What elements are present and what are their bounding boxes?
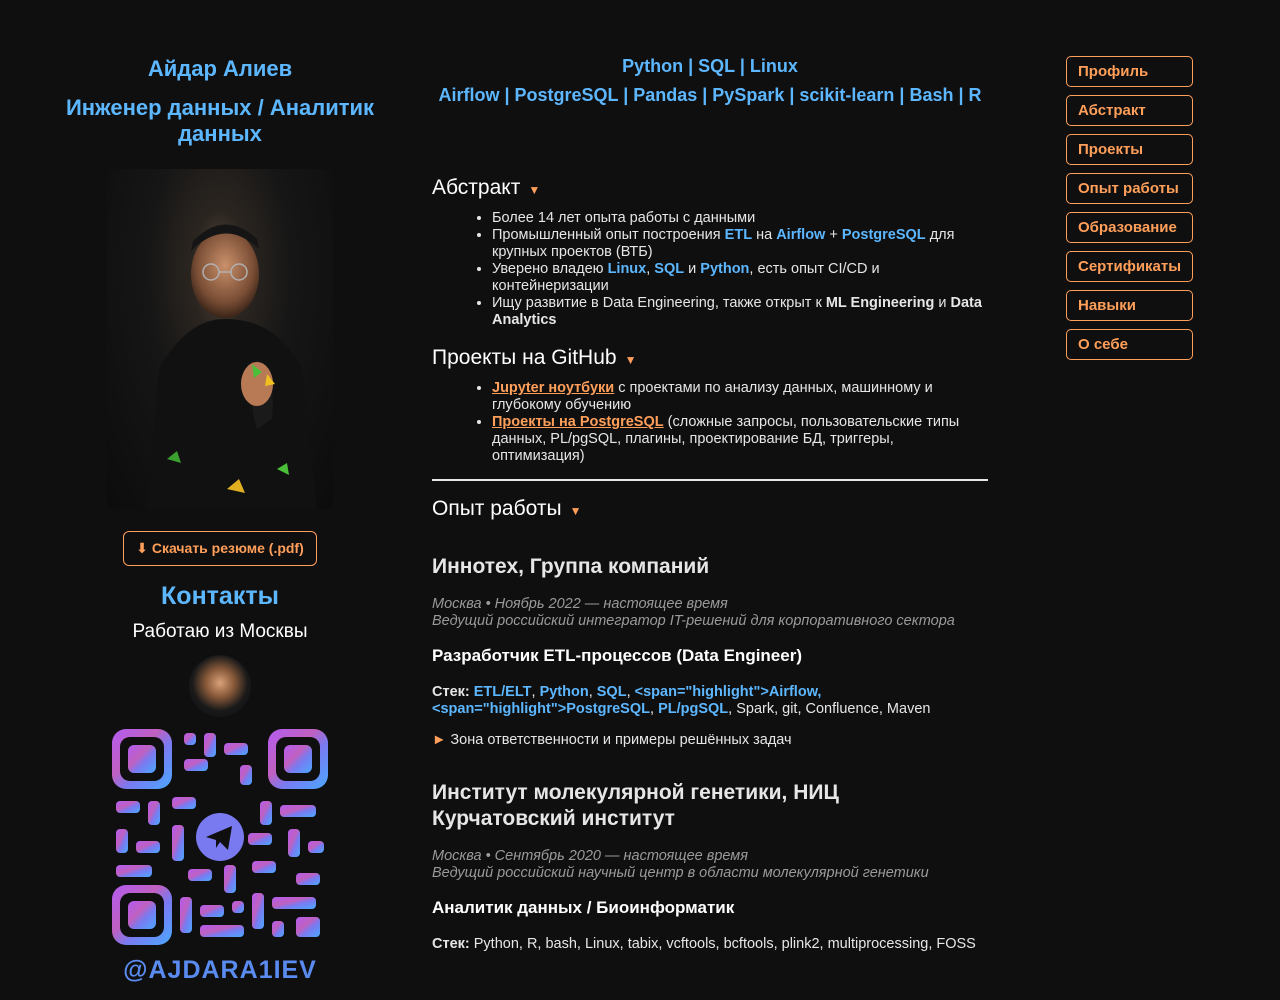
abstract-title: Абстракт: [432, 176, 521, 199]
avatar: [189, 655, 251, 717]
list-item: Уверено владею Linux, SQL и Python, есть…: [492, 261, 988, 295]
tech-line-primary: Python | SQL | Linux: [622, 56, 798, 76]
company-description: Ведущий российский научный центр в облас…: [432, 865, 929, 881]
profile-photo: [107, 169, 333, 509]
abstract-heading[interactable]: Абстракт ▼: [432, 176, 988, 200]
list-item: Ищу развитие в Data Engineering, также о…: [492, 295, 988, 329]
profile-name: Айдар Алиев: [147, 56, 293, 81]
profile-role: Инженер данных / Аналитик данных: [65, 95, 375, 146]
job-stack: Стек: ETL/ELT, Python, SQL, <span="highl…: [432, 684, 931, 717]
job-position: Аналитик данных / Биоинформатик: [432, 898, 735, 917]
nav-projects[interactable]: Проекты: [1066, 134, 1193, 165]
caret-down-icon[interactable]: ▼: [625, 353, 637, 367]
projects-heading[interactable]: Проекты на GitHub ▼: [432, 346, 988, 370]
projects-list: Jupyter ноутбуки с проектами по анализу …: [432, 380, 988, 465]
abstract-list: Более 14 лет опыта работы с данными Пром…: [432, 210, 988, 329]
download-resume-button[interactable]: ⬇ Скачать резюме (.pdf): [123, 531, 317, 566]
contacts-title: Контакты: [161, 582, 279, 610]
nav-skills[interactable]: Навыки: [1066, 290, 1193, 321]
job-location-dates: Москва • Сентябрь 2020 — настоящее время: [432, 848, 748, 864]
nav-profile[interactable]: Профиль: [1066, 56, 1193, 87]
experience-heading[interactable]: Опыт работы ▼: [432, 497, 988, 521]
telegram-qr-block[interactable]: @AJDARA1IEV: [112, 655, 328, 985]
qr-code: [112, 729, 328, 945]
telegram-handle[interactable]: @AJDARA1IEV: [112, 956, 328, 985]
company-description: Ведущий российский интегратор IT-решений…: [432, 613, 955, 629]
nav-education[interactable]: Образование: [1066, 212, 1193, 243]
triangle-right-icon: ►: [432, 732, 447, 748]
nav-about[interactable]: О себе: [1066, 329, 1193, 360]
experience-title: Опыт работы: [432, 497, 562, 520]
job-position: Разработчик ETL-процессов (Data Engineer…: [432, 646, 802, 665]
nav-certificates[interactable]: Сертификаты: [1066, 251, 1193, 282]
company-name: Институт молекулярной генетики, НИЦ Курч…: [432, 781, 839, 830]
list-item: Jupyter ноутбуки с проектами по анализу …: [492, 380, 988, 414]
section-nav: Профиль Абстракт Проекты Опыт работы Обр…: [1066, 56, 1193, 368]
projects-title: Проекты на GitHub: [432, 346, 617, 369]
location-text: Работаю из Москвы: [132, 621, 308, 642]
list-item: Более 14 лет опыта работы с данными: [492, 210, 988, 227]
main-content: Python | SQL | Linux Airflow | PostgreSQ…: [432, 52, 988, 953]
job-stack: Стек: Python, R, bash, Linux, tabix, vcf…: [432, 936, 976, 952]
company-name: Иннотех, Группа компаний: [432, 555, 710, 578]
list-item: Проекты на PostgreSQL (сложные запросы, …: [492, 414, 988, 465]
nav-experience[interactable]: Опыт работы: [1066, 173, 1193, 204]
profile-column: Айдар Алиев Инженер данных / Аналитик да…: [40, 55, 400, 985]
postgresql-projects-link[interactable]: Проекты на PostgreSQL: [492, 414, 664, 430]
jupyter-notebooks-link[interactable]: Jupyter ноутбуки: [492, 380, 614, 396]
caret-down-icon[interactable]: ▼: [528, 183, 540, 197]
caret-down-icon[interactable]: ▼: [570, 504, 582, 518]
responsibilities-toggle[interactable]: ► Зона ответственности и примеры решённы…: [432, 732, 988, 748]
list-item: Промышленный опыт построения ETL на Airf…: [492, 227, 988, 261]
tech-line-secondary: Airflow | PostgreSQL | Pandas | PySpark …: [438, 85, 982, 105]
nav-abstract[interactable]: Абстракт: [1066, 95, 1193, 126]
job-location-dates: Москва • Ноябрь 2022 — настоящее время: [432, 596, 728, 612]
